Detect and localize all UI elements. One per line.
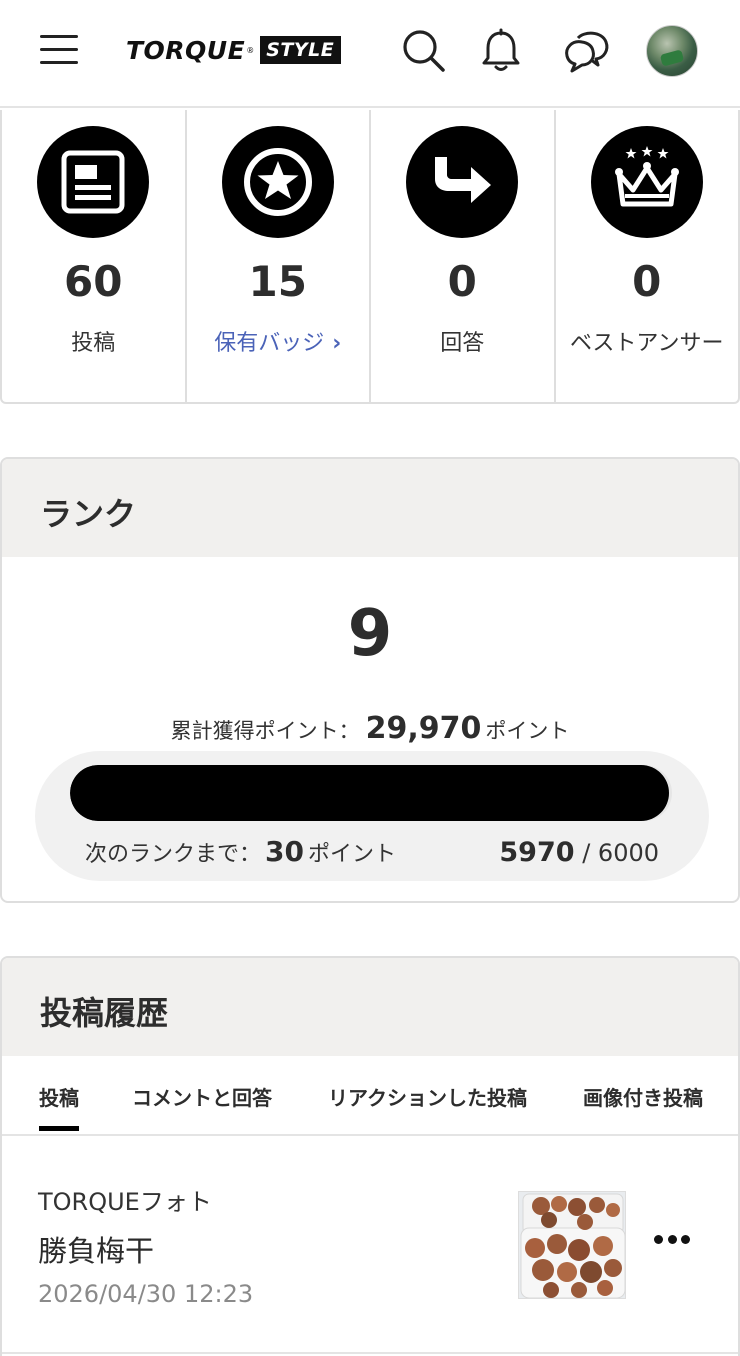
post-category: TORQUEフォト: [38, 1188, 212, 1216]
post-history-header: 投稿履歴: [2, 958, 738, 1056]
progress-count: 5970 / 6000: [499, 837, 659, 868]
app-header: TORQUE ® STYLE: [0, 0, 740, 108]
stat-posts-value: 60: [64, 257, 123, 306]
stat-badges-value: 15: [248, 257, 307, 306]
post-history-title: 投稿履歴: [40, 994, 169, 1032]
profile-stats: 60 投稿 15 保有バッジ › 0 回答 0 ベストアンサー: [0, 110, 740, 404]
progress-goal: 6000: [597, 839, 659, 867]
rank-title: ランク: [40, 495, 137, 533]
total-points-label: 累計獲得ポイント：: [170, 719, 360, 743]
stat-best-answers-value: 0: [632, 257, 662, 306]
history-tabs: 投稿 コメントと回答 リアクションした投稿 画像付き投稿: [2, 1056, 738, 1136]
badge-star-icon: [221, 126, 334, 238]
tab-image-posts[interactable]: 画像付き投稿: [583, 1082, 703, 1111]
user-avatar[interactable]: [646, 25, 698, 77]
rank-card-header: ランク: [2, 459, 738, 557]
search-icon[interactable]: [400, 28, 446, 74]
total-points-line: 累計獲得ポイント： 29,970 ポイント: [2, 711, 738, 746]
tab-reacted-posts[interactable]: リアクションした投稿: [328, 1082, 527, 1111]
stat-best-answers[interactable]: 0 ベストアンサー: [556, 110, 739, 402]
logo-style-text: STYLE: [260, 36, 342, 64]
rank-progress-panel: 次のランクまで： 30 ポイント 5970 / 6000: [35, 751, 709, 881]
crown-icon: [590, 126, 703, 238]
owned-badges-label: 保有バッジ: [214, 331, 325, 356]
stat-answers-value: 0: [447, 257, 477, 306]
rank-card: ランク 9 累計獲得ポイント： 29,970 ポイント 次のランクまで： 30 ポイント…: [0, 457, 740, 903]
bell-icon[interactable]: [478, 28, 524, 74]
post-history-card: 投稿履歴 投稿 コメントと回答 リアクションした投稿 画像付き投稿 TORQUE…: [0, 956, 740, 1356]
rank-progress-fill: [70, 765, 669, 821]
stat-posts-label: 投稿: [71, 331, 116, 356]
rank-progress-bar: [70, 765, 672, 821]
stat-posts[interactable]: 60 投稿: [2, 110, 187, 402]
stat-answers-label: 回答: [440, 331, 485, 356]
tab-comments-answers[interactable]: コメントと回答: [132, 1082, 272, 1111]
next-rank-points: 30: [265, 835, 304, 868]
hamburger-menu-icon[interactable]: [40, 33, 80, 67]
article-icon: [37, 126, 150, 238]
list-item[interactable]: TORQUEフォト 勝負梅干 2026/04/30 12:23: [2, 1136, 738, 1354]
next-rank-label: 次のランクまで：: [85, 842, 262, 867]
post-title[interactable]: 勝負梅干: [38, 1228, 154, 1270]
total-points-unit: ポイント: [485, 719, 570, 743]
chevron-right-icon: ›: [332, 331, 342, 356]
answer-arrow-icon: [406, 126, 519, 238]
chat-bubbles-icon[interactable]: [562, 28, 609, 74]
logo-registered-mark: ®: [246, 45, 255, 55]
tab-posts[interactable]: 投稿: [39, 1082, 79, 1131]
stat-best-answers-label: ベストアンサー: [569, 331, 724, 356]
logo[interactable]: TORQUE ® STYLE: [126, 32, 342, 68]
post-date: 2026/04/30 12:23: [38, 1280, 254, 1308]
stat-answers[interactable]: 0 回答: [371, 110, 556, 402]
next-rank-line: 次のランクまで： 30 ポイント: [85, 835, 396, 868]
progress-current: 5970: [499, 837, 575, 868]
next-rank-unit: ポイント: [307, 842, 396, 867]
post-thumbnail[interactable]: [518, 1191, 626, 1299]
progress-separator: /: [582, 839, 591, 867]
logo-torque-text: TORQUE: [126, 35, 246, 65]
rank-number: 9: [347, 597, 393, 671]
stat-badges[interactable]: 15 保有バッジ ›: [187, 110, 371, 402]
owned-badges-link[interactable]: 保有バッジ ›: [187, 325, 370, 357]
total-points-value: 29,970: [365, 711, 482, 746]
more-options-icon[interactable]: [654, 1224, 690, 1254]
